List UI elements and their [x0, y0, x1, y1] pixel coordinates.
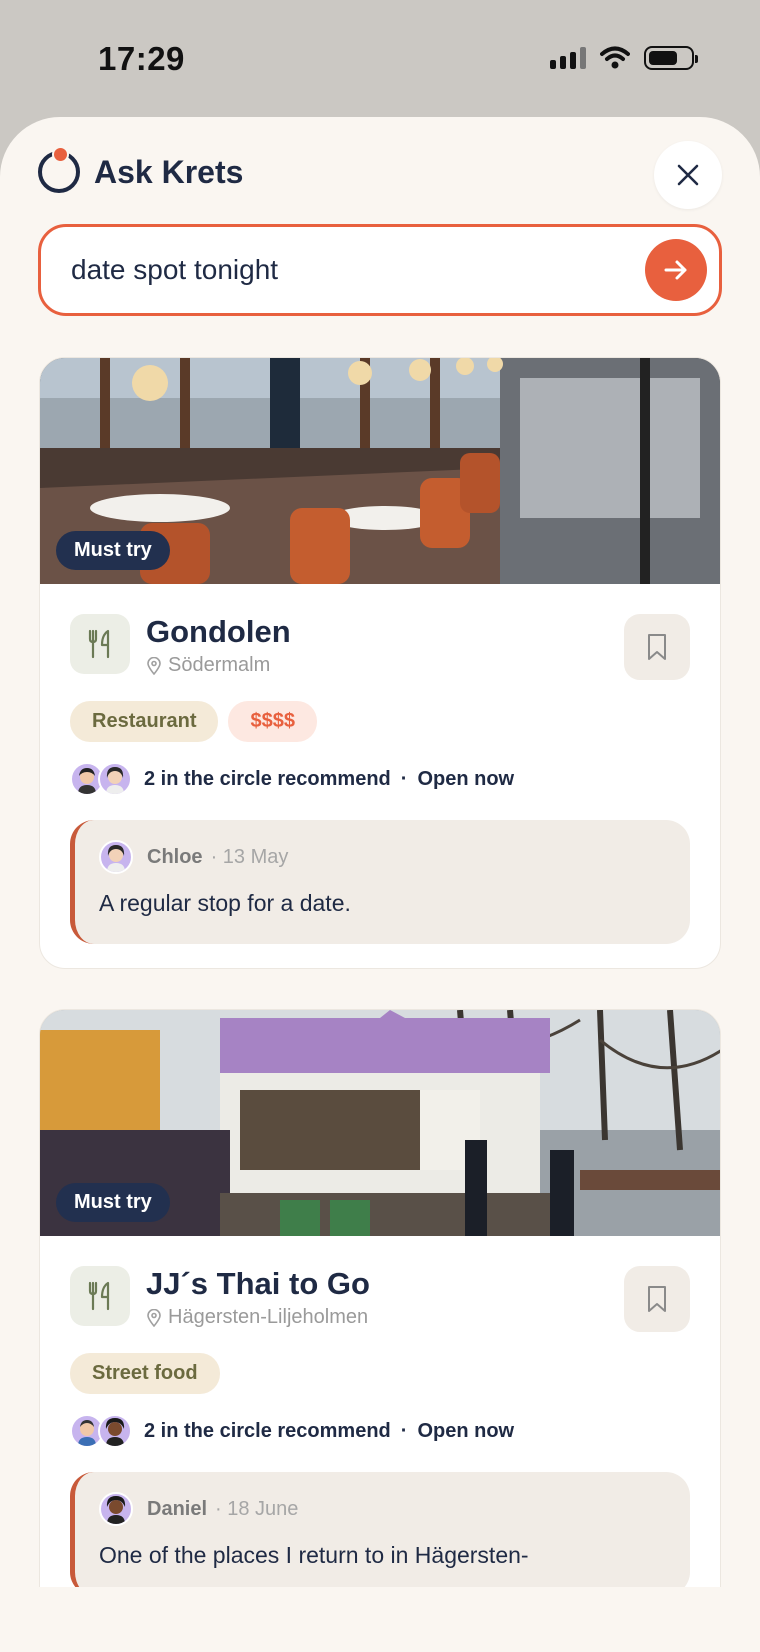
venue-name[interactable]: JJ´s Thai to Go	[146, 1266, 370, 1302]
reviewer-name: Daniel	[147, 1497, 208, 1520]
bookmark-icon	[648, 634, 666, 660]
must-try-badge: Must try	[56, 1183, 170, 1222]
result-card[interactable]: Must try JJ´s Thai to Go Hägersten-Lilje…	[39, 1009, 721, 1587]
review-date: · 18 June	[215, 1497, 299, 1520]
recommendation-row: 2 in the circle recommend · Open now	[70, 1414, 690, 1448]
review-quote: Daniel · 18 June One of the places I ret…	[70, 1472, 690, 1587]
avatar	[98, 1414, 132, 1448]
must-try-badge: Must try	[56, 531, 170, 570]
close-icon	[677, 164, 699, 186]
card-body: Gondolen Södermalm Restaurant $$$$ 2 in …	[40, 584, 720, 968]
close-button[interactable]	[654, 141, 722, 209]
review-meta: Chloe · 13 May	[99, 840, 664, 874]
arrow-right-icon	[664, 260, 687, 280]
location-pin-icon	[147, 656, 161, 675]
category-tag: Street food	[70, 1353, 220, 1394]
recommender-avatars	[70, 1414, 132, 1448]
recommend-count: 2 in the circle recommend	[144, 767, 391, 790]
venue-location: Hägersten-Liljeholmen	[146, 1306, 370, 1329]
venue-name[interactable]: Gondolen	[146, 614, 291, 650]
venue-header: Gondolen Södermalm	[70, 614, 690, 677]
review-quote: Chloe · 13 May A regular stop for a date…	[70, 820, 690, 944]
venue-header: JJ´s Thai to Go Hägersten-Liljeholmen	[70, 1266, 690, 1329]
review-text: One of the places I return to in Hägerst…	[99, 1542, 529, 1568]
search-query: date spot tonight	[71, 254, 279, 285]
submit-search-button[interactable]	[645, 239, 707, 301]
cellular-signal-icon	[550, 47, 586, 69]
bookmark-icon	[648, 1286, 666, 1312]
review-text: A regular stop for a date.	[99, 890, 351, 916]
review-date: · 13 May	[210, 845, 289, 868]
price-tag: $$$$	[228, 701, 317, 742]
wifi-icon	[600, 46, 630, 69]
status-bar: 17:29	[0, 0, 760, 118]
open-status: Open now	[417, 767, 515, 790]
restaurant-icon	[70, 614, 130, 674]
battery-icon	[644, 46, 698, 70]
venue-title-block: Gondolen Södermalm	[146, 614, 291, 677]
results-list[interactable]: Must try Gondolen Södermalm Restaurant $…	[0, 357, 760, 1587]
venue-area: Hägersten-Liljeholmen	[168, 1306, 369, 1328]
tag-list: Street food	[70, 1353, 690, 1394]
open-status: Open now	[417, 1419, 515, 1442]
krets-logo-icon	[38, 146, 80, 193]
venue-area: Södermalm	[168, 654, 271, 676]
bookmark-button[interactable]	[624, 614, 690, 680]
review-meta: Daniel · 18 June	[99, 1492, 664, 1526]
ask-sheet: Ask Krets date spot tonight Must try Gon…	[0, 117, 760, 1652]
result-card[interactable]: Must try Gondolen Södermalm Restaurant $…	[39, 357, 721, 969]
location-pin-icon	[147, 1308, 161, 1327]
status-icons	[550, 46, 698, 70]
recommendation-row: 2 in the circle recommend · Open now	[70, 762, 690, 796]
recommender-avatars	[70, 762, 132, 796]
category-tag: Restaurant	[70, 701, 219, 742]
brand: Ask Krets	[38, 146, 244, 193]
recommend-count: 2 in the circle recommend	[144, 1419, 391, 1442]
card-body: JJ´s Thai to Go Hägersten-Liljeholmen St…	[40, 1236, 720, 1587]
reviewer-name: Chloe	[147, 845, 203, 868]
bookmark-button[interactable]	[624, 1266, 690, 1332]
status-time: 17:29	[98, 40, 185, 77]
avatar	[98, 762, 132, 796]
tag-list: Restaurant $$$$	[70, 701, 690, 742]
reviewer-avatar	[99, 840, 133, 874]
search-input[interactable]: date spot tonight	[38, 224, 722, 316]
separator: ·	[400, 1419, 408, 1442]
reviewer-avatar	[99, 1492, 133, 1526]
venue-location: Södermalm	[146, 654, 291, 677]
venue-photo: Must try	[40, 358, 720, 584]
venue-title-block: JJ´s Thai to Go Hägersten-Liljeholmen	[146, 1266, 370, 1329]
restaurant-icon	[70, 1266, 130, 1326]
page-title: Ask Krets	[94, 153, 244, 190]
separator: ·	[400, 767, 408, 790]
venue-photo: Must try	[40, 1010, 720, 1236]
